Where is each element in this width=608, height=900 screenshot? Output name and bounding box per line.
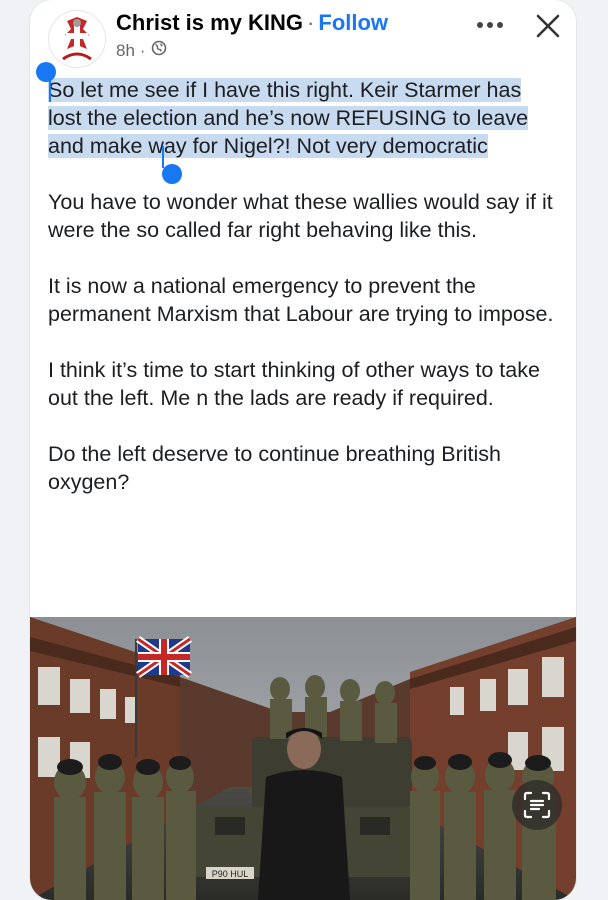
globe-icon	[151, 40, 167, 61]
post-paragraph: You have to wonder what these wallies wo…	[48, 190, 553, 242]
visual-lookup-button[interactable]	[512, 780, 562, 830]
author-line: Christ is my KING · Follow	[116, 10, 388, 36]
post-photo[interactable]: P90 HUL	[30, 617, 576, 900]
soldiers-street-image: P90 HUL	[30, 617, 576, 900]
more-options-button[interactable]	[472, 10, 508, 40]
author-name[interactable]: Christ is my KING	[116, 10, 303, 35]
close-icon	[536, 14, 560, 38]
visual-lookup-icon	[523, 791, 551, 819]
crusader-logo	[49, 11, 105, 67]
selection-start-handle[interactable]	[36, 62, 56, 102]
post-meta: 8h ·	[116, 40, 167, 61]
meta-separator: ·	[139, 40, 146, 60]
close-button[interactable]	[528, 6, 568, 46]
post-paragraph: So let me see if I have this right. Keir…	[48, 76, 560, 160]
author-avatar[interactable]	[48, 10, 106, 68]
selection-end-handle[interactable]	[162, 146, 182, 184]
more-horizontal-icon	[477, 22, 503, 28]
post-paragraph: I think it’s time to start thinking of o…	[48, 358, 540, 410]
post-paragraph: It is now a national emergency to preven…	[48, 274, 554, 326]
post-paragraph: Do the left deserve to continue breathin…	[48, 442, 501, 494]
post-body[interactable]: So let me see if I have this right. Keir…	[48, 76, 560, 496]
selected-text[interactable]: So let me see if I have this right. Keir…	[48, 78, 529, 158]
license-plate: P90 HUL	[212, 869, 249, 879]
follow-button[interactable]: Follow	[318, 10, 388, 35]
header-separator: ·	[307, 10, 315, 35]
post-time[interactable]: 8h	[116, 41, 135, 61]
post-card: Christ is my KING · Follow 8h · So let me …	[30, 0, 576, 900]
